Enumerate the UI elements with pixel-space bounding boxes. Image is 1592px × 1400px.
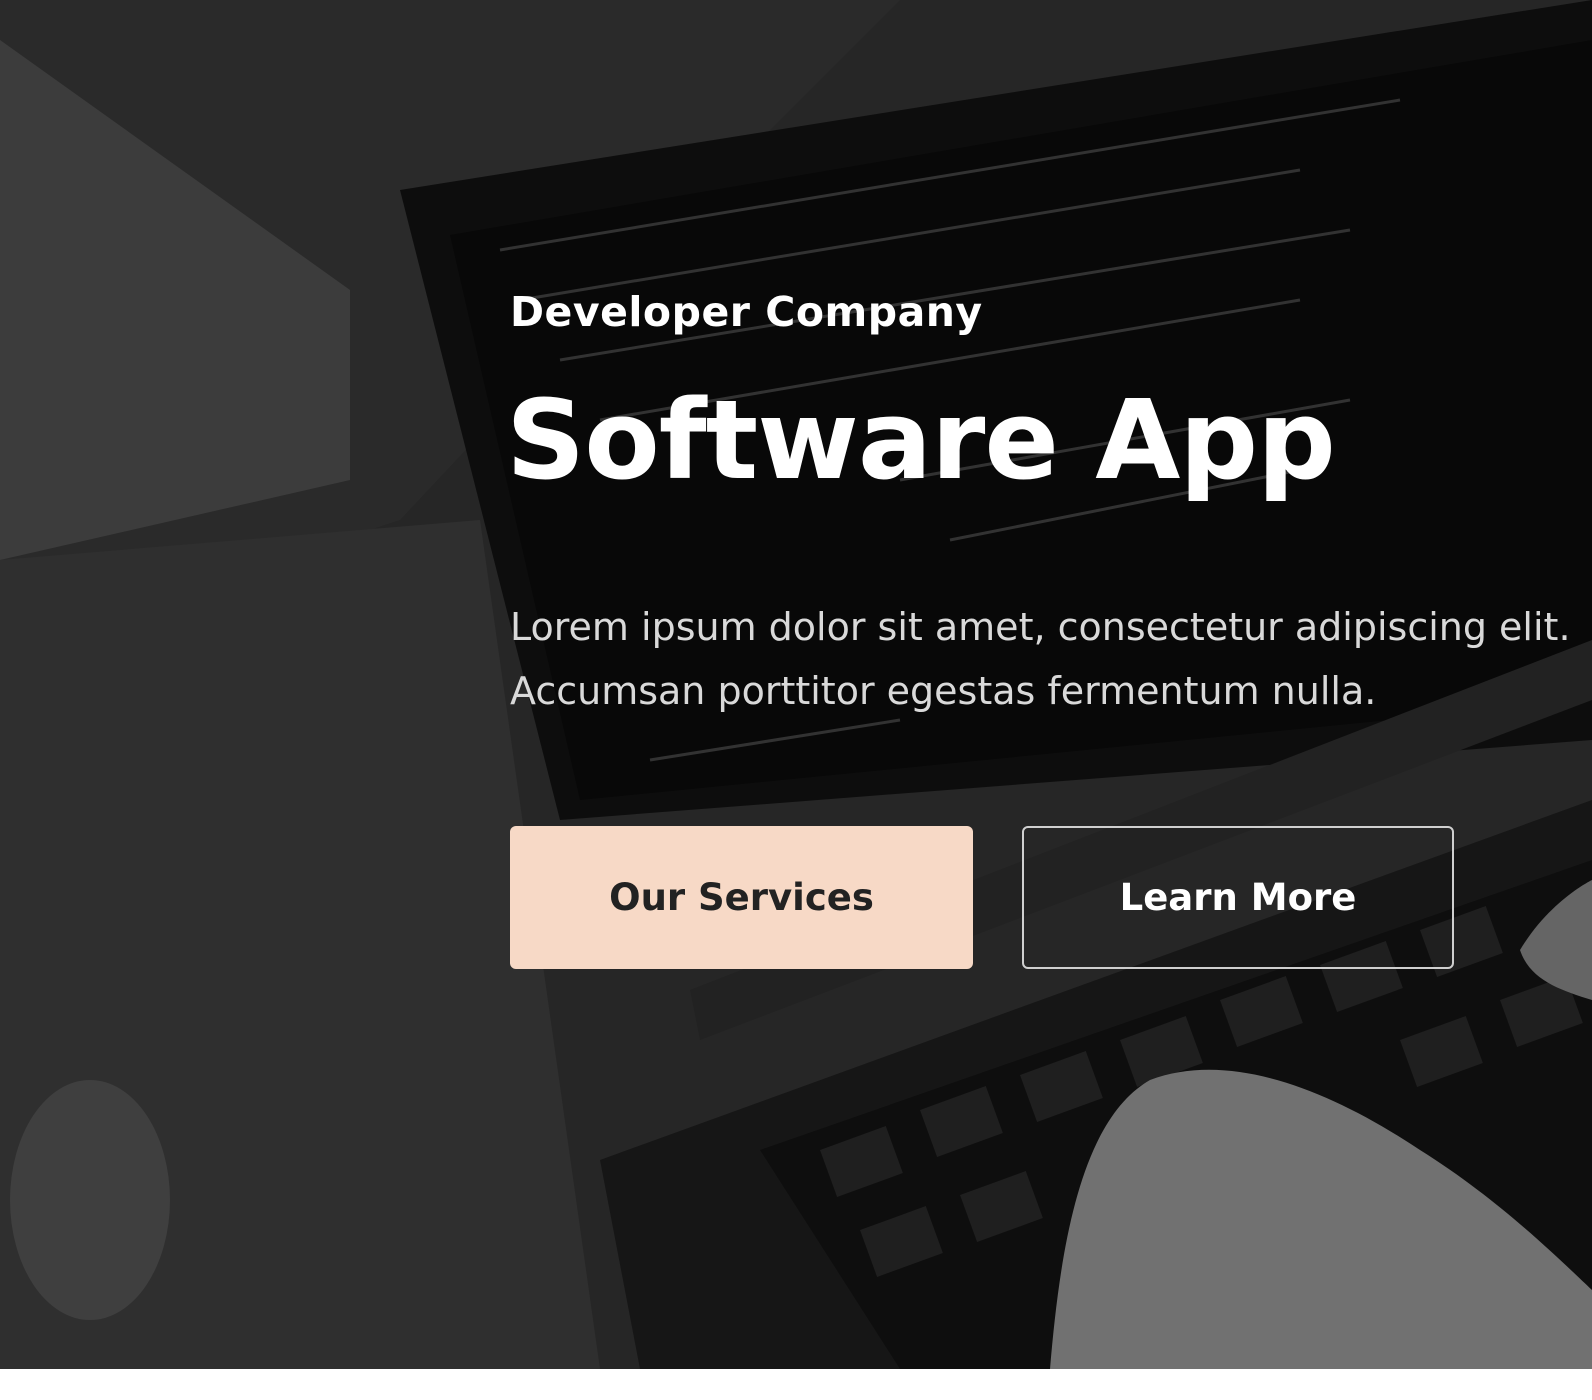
hero-subtitle: Developer Company: [510, 288, 983, 336]
our-services-button[interactable]: Our Services: [510, 826, 973, 969]
learn-more-button[interactable]: Learn More: [1022, 826, 1454, 969]
hero-description: Lorem ipsum dolor sit amet, consectetur …: [510, 595, 1571, 723]
hero-title: Software App: [506, 376, 1336, 504]
hero-description-line-2: Accumsan porttitor egestas fermentum nul…: [510, 669, 1377, 713]
hero-description-line-1: Lorem ipsum dolor sit amet, consectetur …: [510, 605, 1571, 649]
hero-section: Developer Company Software App Lorem ips…: [0, 0, 1592, 1369]
